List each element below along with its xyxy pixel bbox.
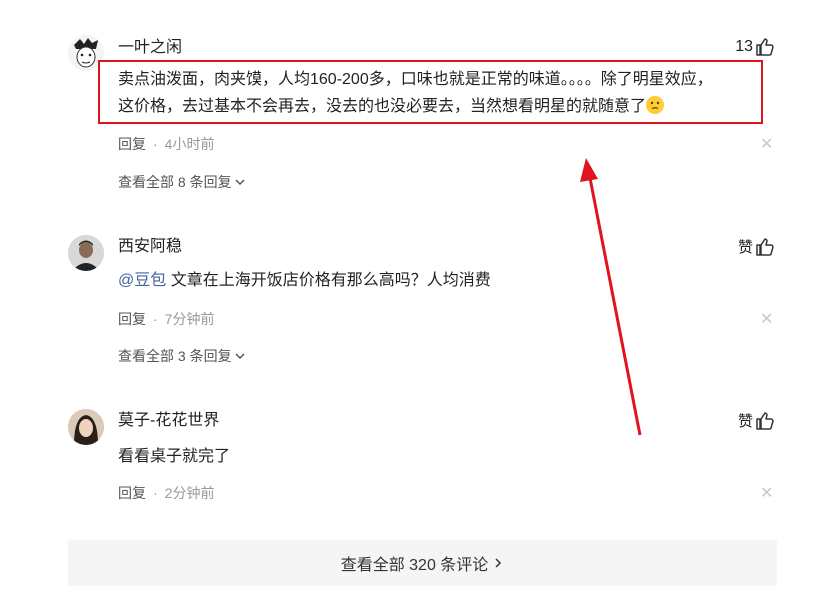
chevron-right-icon bbox=[495, 558, 502, 568]
view-all-comments-button[interactable]: 查看全部 320 条评论 bbox=[68, 540, 777, 586]
annotation-arrow bbox=[580, 158, 642, 436]
